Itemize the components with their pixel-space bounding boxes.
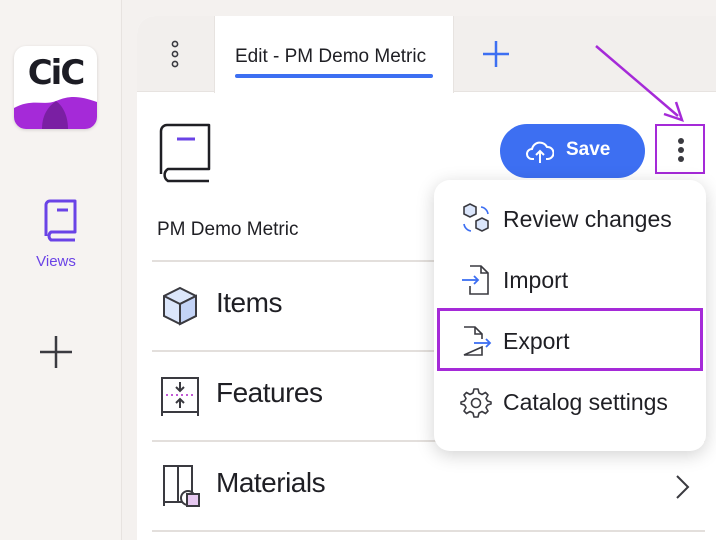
plus-icon [40, 336, 72, 368]
more-options-button[interactable] [655, 124, 705, 174]
features-icon [161, 377, 199, 416]
review-changes-icon [463, 203, 489, 232]
sidebar-item-views[interactable]: Views [24, 198, 88, 270]
sidebar-item-label: Views [36, 253, 76, 270]
save-button[interactable]: Save [500, 124, 645, 178]
gear-icon [460, 388, 492, 418]
add-tab-button[interactable] [480, 38, 512, 70]
plus-icon [483, 41, 509, 67]
more-options-menu: Review changes Import Export Catalog set… [434, 180, 706, 451]
menu-item-label: Review changes [503, 206, 672, 232]
import-icon [462, 265, 489, 295]
book-icon [44, 199, 77, 242]
save-button-label: Save [566, 139, 611, 160]
tab-label: Edit - PM Demo Metric [235, 46, 427, 67]
export-icon [463, 326, 492, 356]
logo-text: CiC [27, 53, 86, 93]
tab-options-button[interactable] [163, 37, 187, 71]
menu-item-label: Export [503, 328, 570, 354]
tab-edit-pm-demo-metric[interactable]: Edit - PM Demo Metric [214, 16, 454, 93]
cloud-upload-icon [526, 141, 554, 163]
menu-item-label: Import [503, 267, 569, 293]
active-tab-indicator [235, 74, 433, 78]
vertical-ellipsis-icon [171, 40, 179, 68]
menu-item-export[interactable]: Export [434, 311, 706, 371]
chevron-right-icon [676, 475, 690, 499]
rail-divider [121, 0, 122, 540]
menu-item-review-changes[interactable]: Review changes [434, 189, 706, 249]
catalog-book-icon [157, 122, 213, 184]
add-view-button[interactable] [38, 334, 74, 370]
section-label: Items [216, 287, 282, 318]
catalog-name: PM Demo Metric [157, 219, 299, 240]
section-label: Materials [216, 467, 326, 498]
app-logo[interactable]: CiC [14, 46, 97, 129]
vertical-ellipsis-icon [678, 138, 684, 144]
menu-item-catalog-settings[interactable]: Catalog settings [434, 372, 706, 432]
menu-item-import[interactable]: Import [434, 250, 706, 310]
section-label: Features [216, 377, 323, 408]
box-icon [163, 286, 197, 326]
section-materials[interactable]: Materials [152, 442, 705, 530]
divider [152, 530, 705, 532]
menu-item-label: Catalog settings [503, 389, 668, 415]
materials-icon [163, 465, 200, 507]
